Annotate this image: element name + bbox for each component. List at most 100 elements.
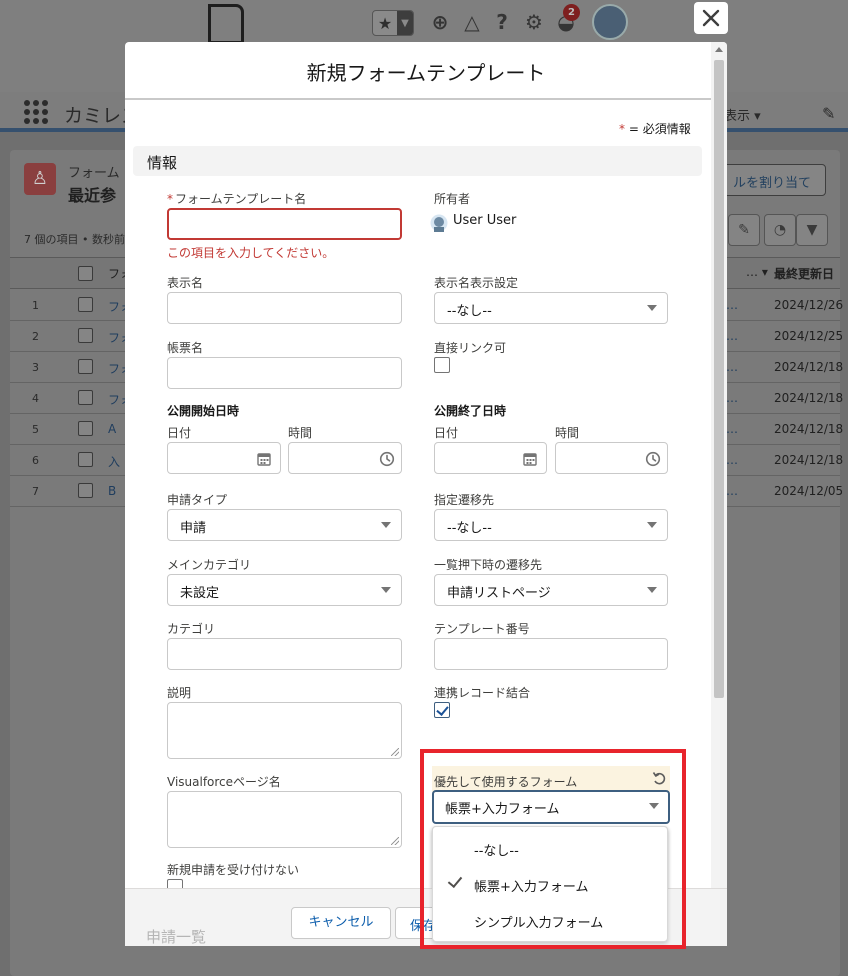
row-truncated-link[interactable]: … xyxy=(726,298,738,312)
publish-end-date-input[interactable] xyxy=(434,442,547,474)
row-checkbox[interactable] xyxy=(78,483,93,498)
linked-record-join-label: 連携レコード結合 xyxy=(434,686,531,700)
row-truncated-link[interactable]: … xyxy=(726,329,738,343)
row-truncated-link[interactable]: … xyxy=(726,422,738,436)
publish-start-label: 公開開始日時 xyxy=(167,404,240,418)
section-title: 情報 xyxy=(147,154,178,172)
section-header-info[interactable]: 情報 xyxy=(133,146,702,176)
row-truncated-link[interactable]: … xyxy=(726,484,738,498)
row-number: 7 xyxy=(32,485,39,498)
clock-icon[interactable] xyxy=(645,451,661,467)
calendar-icon[interactable] xyxy=(256,451,272,467)
owner-name[interactable]: User User xyxy=(453,213,516,228)
help-icon[interactable]: ? xyxy=(490,10,514,34)
form-object-icon: ♙ xyxy=(24,163,56,195)
edit-nav-icon[interactable]: ✎ xyxy=(822,104,835,123)
row-truncated-link[interactable]: … xyxy=(726,453,738,467)
application-type-select[interactable]: 申請 xyxy=(167,509,402,541)
chart-icon[interactable]: ◔ xyxy=(764,214,796,246)
description-label: 説明 xyxy=(167,686,192,700)
category-input[interactable] xyxy=(167,638,402,670)
main-category-label: メインカテゴリ xyxy=(167,558,252,572)
row-name-link[interactable]: A xyxy=(108,422,116,436)
user-avatar[interactable] xyxy=(592,4,628,40)
select-all-checkbox[interactable] xyxy=(78,266,93,281)
section-title-application-list: 申請一覧 xyxy=(146,928,207,946)
favorites-button[interactable]: ★ ▼ xyxy=(372,10,414,36)
modal-title: 新規フォームテンプレート xyxy=(306,60,546,85)
form-name-input[interactable] xyxy=(167,357,402,389)
direct-link-checkbox[interactable] xyxy=(434,357,450,373)
row-last-modified: 2024/12/18 xyxy=(774,391,844,405)
column-header-last-modified[interactable]: 最終更新日 xyxy=(774,265,834,282)
close-icon xyxy=(702,9,720,27)
template-number-input[interactable] xyxy=(434,638,668,670)
display-name-setting-select[interactable]: --なし-- xyxy=(434,292,668,324)
resize-handle-icon[interactable] xyxy=(391,837,399,845)
row-checkbox[interactable] xyxy=(78,390,93,405)
row-last-modified: 2024/12/18 xyxy=(774,453,844,467)
modal-header: 新規フォームテンプレート xyxy=(125,42,727,100)
visualforce-page-name-textarea[interactable] xyxy=(167,791,402,848)
row-checkbox[interactable] xyxy=(78,328,93,343)
app-launcher-icon[interactable] xyxy=(24,100,48,124)
row-checkbox[interactable] xyxy=(78,297,93,312)
add-icon[interactable]: ⊕ xyxy=(428,10,452,34)
row-checkbox[interactable] xyxy=(78,421,93,436)
document-icon xyxy=(208,4,244,44)
row-name-link[interactable]: 入 xyxy=(108,453,120,470)
application-type-label: 申請タイプ xyxy=(167,493,228,507)
row-number: 4 xyxy=(32,392,39,405)
description-textarea[interactable] xyxy=(167,702,402,759)
chevron-down-icon: ▼ xyxy=(397,11,413,35)
specified-destination-select[interactable]: --なし-- xyxy=(434,509,668,541)
row-number: 2 xyxy=(32,330,39,343)
gear-icon[interactable]: ⚙ xyxy=(522,10,546,34)
row-name-link[interactable]: B xyxy=(108,484,116,498)
filter-icon[interactable]: ▼ xyxy=(796,214,828,246)
nav-display-menu[interactable]: 表示 ▾ xyxy=(724,105,761,124)
row-truncated-link[interactable]: … xyxy=(726,360,738,374)
display-name-input[interactable] xyxy=(167,292,402,324)
close-modal-button[interactable] xyxy=(694,2,728,34)
notification-badge: 2 xyxy=(563,4,580,21)
no-new-applications-label: 新規申請を受け付けない xyxy=(167,863,300,877)
highlight-annotation-box xyxy=(420,749,686,949)
publish-end-time-input[interactable] xyxy=(555,442,668,474)
list-view-name[interactable]: 最近参 xyxy=(68,182,116,206)
clock-icon[interactable] xyxy=(379,451,395,467)
main-category-select[interactable]: 未設定 xyxy=(167,574,402,606)
publish-start-date-label: 日付 xyxy=(167,426,192,440)
item-count: 7 個の項目 • 数秒前 xyxy=(24,233,125,246)
row-checkbox[interactable] xyxy=(78,452,93,467)
linked-record-join-checkbox[interactable] xyxy=(434,702,450,718)
scroll-thumb[interactable] xyxy=(714,60,724,698)
list-click-destination-value: 申請リストページ xyxy=(447,586,551,601)
chevron-down-icon xyxy=(381,522,391,528)
scroll-up-arrow[interactable] xyxy=(715,47,723,52)
modal-scrollbar[interactable] xyxy=(711,42,727,946)
form-template-name-input[interactable] xyxy=(167,208,402,240)
category-label: カテゴリ xyxy=(167,622,216,636)
assign-button[interactable]: ルを割り当て xyxy=(722,164,826,196)
chevron-down-icon xyxy=(647,305,657,311)
row-truncated-link[interactable]: … xyxy=(726,391,738,405)
chevron-down-icon xyxy=(647,587,657,593)
calendar-icon[interactable] xyxy=(522,451,538,467)
column-header-sort[interactable]: … ▾ xyxy=(746,265,768,279)
display-name-setting-label: 表示名表示設定 xyxy=(434,276,519,290)
row-last-modified: 2024/12/26 xyxy=(774,298,844,312)
cancel-button[interactable]: キャンセル xyxy=(291,907,391,939)
resize-handle-icon[interactable] xyxy=(391,748,399,756)
row-last-modified: 2024/12/18 xyxy=(774,422,844,436)
publish-start-time-input[interactable] xyxy=(288,442,402,474)
publish-end-label: 公開終了日時 xyxy=(434,404,507,418)
display-name-setting-value: --なし-- xyxy=(447,304,492,319)
star-icon: ★ xyxy=(377,13,393,33)
row-checkbox[interactable] xyxy=(78,359,93,374)
publish-start-date-input[interactable] xyxy=(167,442,281,474)
edit-list-icon[interactable]: ✎ xyxy=(728,214,760,246)
list-click-destination-select[interactable]: 申請リストページ xyxy=(434,574,668,606)
required-legend: * = 必須情報 xyxy=(619,122,691,136)
trailhead-icon[interactable]: △ xyxy=(460,10,484,34)
